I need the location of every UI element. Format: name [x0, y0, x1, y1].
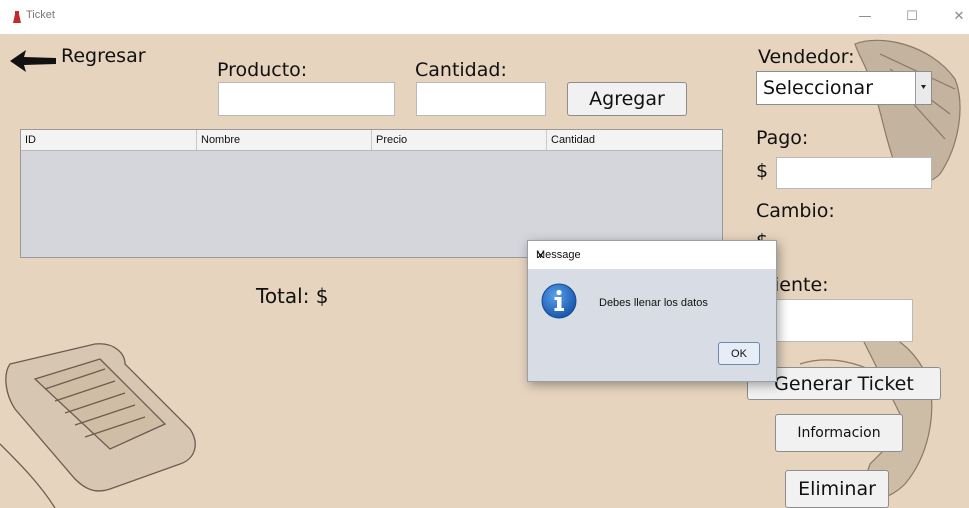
close-button[interactable]: ✕	[944, 6, 969, 28]
dialog-close-icon[interactable]: ✕	[536, 249, 766, 262]
cambio-label: Cambio:	[756, 200, 835, 222]
pago-label: Pago:	[756, 127, 809, 149]
vendedor-label: Vendedor:	[758, 46, 855, 68]
back-label[interactable]: Regresar	[61, 45, 146, 67]
vendedor-select[interactable]: Seleccionar	[756, 71, 932, 105]
cantidad-label: Cantidad:	[415, 59, 507, 81]
column-header-precio[interactable]: Precio	[372, 130, 547, 150]
producto-input[interactable]	[218, 82, 395, 116]
table-header: ID Nombre Precio Cantidad	[21, 130, 722, 151]
back-arrow-icon[interactable]	[10, 50, 56, 72]
cliente-label: iente:	[774, 274, 829, 296]
cantidad-input[interactable]	[416, 82, 546, 116]
products-table[interactable]: ID Nombre Precio Cantidad	[20, 129, 723, 258]
wallet-sketch-icon	[0, 343, 196, 508]
info-icon	[541, 283, 577, 319]
dialog-titlebar: Message ✕	[528, 241, 776, 269]
column-header-id[interactable]: ID	[21, 130, 197, 150]
pago-currency: $	[756, 160, 769, 182]
window-titlebar: Ticket — ☐ ✕	[0, 0, 969, 34]
dropdown-arrow-icon[interactable]	[915, 72, 931, 104]
producto-label: Producto:	[217, 59, 308, 81]
pago-input[interactable]	[776, 157, 932, 189]
minimize-button[interactable]: —	[850, 6, 880, 28]
message-dialog: Message ✕ Debes llenar los datos OK	[527, 240, 777, 382]
dress-icon	[13, 11, 21, 23]
total-label: Total: $	[256, 284, 329, 308]
column-header-cantidad[interactable]: Cantidad	[547, 130, 722, 150]
maximize-button[interactable]: ☐	[897, 6, 927, 28]
window-title: Ticket	[26, 9, 55, 21]
informacion-button[interactable]: Informacion	[775, 414, 903, 452]
eliminar-button[interactable]: Eliminar	[785, 470, 889, 508]
vendedor-selected-value: Seleccionar	[763, 77, 874, 99]
main-content: Regresar Producto: Cantidad: Agregar ID …	[0, 34, 969, 508]
dialog-message: Debes llenar los datos	[599, 297, 708, 309]
ok-button[interactable]: OK	[718, 342, 760, 365]
cliente-input[interactable]	[772, 299, 913, 342]
column-header-nombre[interactable]: Nombre	[197, 130, 372, 150]
agregar-button[interactable]: Agregar	[567, 82, 687, 116]
